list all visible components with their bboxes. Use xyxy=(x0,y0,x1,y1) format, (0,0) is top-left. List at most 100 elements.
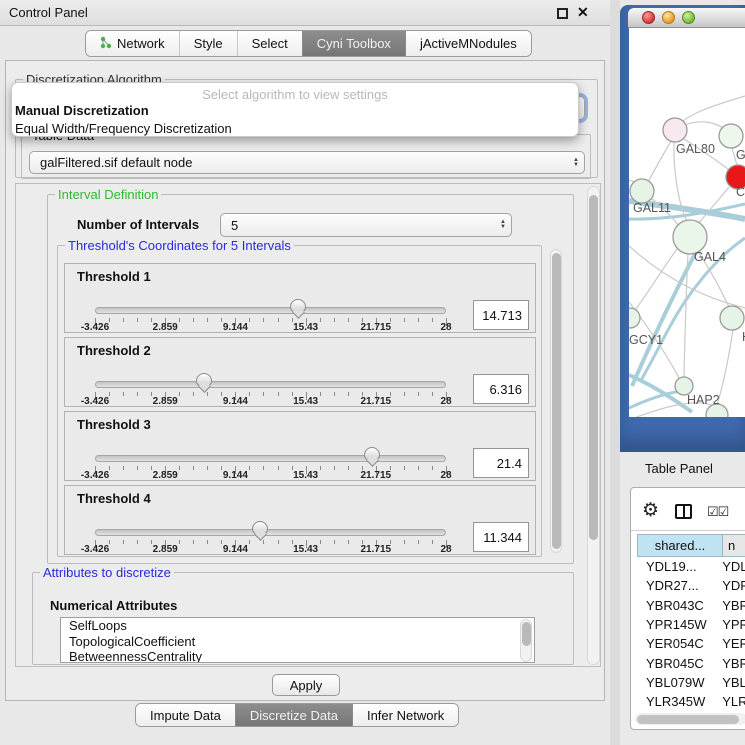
threshold-value-field[interactable]: 6.316 xyxy=(473,374,529,404)
slider-tick-label: -3.426 xyxy=(65,544,125,555)
slider-tick-label: 21.715 xyxy=(346,322,406,333)
tab-label: Style xyxy=(194,36,223,51)
split-view-icon[interactable] xyxy=(675,504,692,519)
control-panel-titlebar: Control Panel ✕ xyxy=(0,0,610,26)
checkbox-icons[interactable]: ☑☑ xyxy=(707,504,728,520)
slider-tick-label: 15.43 xyxy=(276,470,336,481)
tab-label: Network xyxy=(117,36,165,51)
numerical-attributes-list[interactable]: SelfLoopsTopologicalCoefficientBetweenne… xyxy=(60,617,535,663)
network-node-h[interactable] xyxy=(720,306,744,330)
threshold-label: Threshold 2 xyxy=(77,343,151,358)
slider-tick-label: 9.144 xyxy=(205,470,265,481)
tab-impute-data[interactable]: Impute Data xyxy=(136,704,235,726)
table-row[interactable]: YBR045CYBR0 xyxy=(637,653,745,672)
stepper-icon: ▲▼ xyxy=(568,158,584,168)
table-column-header-1[interactable]: shared... xyxy=(638,535,723,556)
slider-tick-label: 21.715 xyxy=(346,470,406,481)
network-node-gal11[interactable] xyxy=(630,179,654,203)
attribute-item-betweennesscentrality[interactable]: BetweennessCentrality xyxy=(61,649,534,663)
table-row[interactable]: YBR043CYBR0 xyxy=(637,596,745,615)
popup-option-manual-discretization[interactable]: Manual Discretization xyxy=(12,102,578,120)
network-window-titlebar[interactable] xyxy=(628,8,745,28)
panel-scrollbar[interactable] xyxy=(587,186,600,665)
table-panel-title: Table Panel xyxy=(645,461,713,476)
network-node-label: GAL11 xyxy=(633,201,671,215)
slider-tick-label: 28 xyxy=(416,396,476,407)
threshold-slider-track[interactable] xyxy=(95,381,446,388)
threshold-value-field[interactable]: 11.344 xyxy=(473,522,529,552)
table-row[interactable]: YDL19...YDL1 xyxy=(637,557,745,576)
popup-option-equal-width-frequency-discretization[interactable]: Equal Width/Frequency Discretization xyxy=(12,120,578,137)
gear-icon[interactable]: ⚙ xyxy=(642,499,659,522)
table-row[interactable]: YER054CYER0 xyxy=(637,634,745,653)
thresholds-group-title: Threshold's Coordinates for 5 Intervals xyxy=(65,238,294,253)
network-tab-icon xyxy=(100,36,112,52)
threshold-value-field[interactable]: 21.4 xyxy=(473,448,529,478)
traffic-light-green[interactable] xyxy=(682,11,695,24)
table-row[interactable]: YPR145WYPR1 xyxy=(637,615,745,634)
bottom-tab-bar: Impute DataDiscretize DataInfer Network xyxy=(135,703,459,727)
threshold-slider-track[interactable] xyxy=(95,455,446,462)
table-cell: YDR27... xyxy=(637,578,716,593)
slider-tick-label: 2.859 xyxy=(135,544,195,555)
table-cell: YBL0 xyxy=(716,675,745,690)
tab-infer-network[interactable]: Infer Network xyxy=(352,704,458,726)
table-rows: YDL19...YDL1YDR27...YDR2YBR043CYBR0YPR14… xyxy=(637,557,745,711)
table-row[interactable]: YDR27...YDR2 xyxy=(637,576,745,595)
network-node-gcy1[interactable] xyxy=(629,308,640,328)
attribute-item-selfloops[interactable]: SelfLoops xyxy=(61,618,534,634)
table-cell: YBR0 xyxy=(716,656,745,671)
threshold-slider-thumb[interactable] xyxy=(252,521,268,535)
close-icon[interactable]: ✕ xyxy=(577,4,589,21)
threshold-slider-track[interactable] xyxy=(95,529,446,536)
apply-button[interactable]: Apply xyxy=(272,674,340,696)
tab-jactivemnodules[interactable]: jActiveMNodules xyxy=(405,31,531,56)
threshold-value-field[interactable]: 14.713 xyxy=(473,300,529,330)
network-node-ga[interactable] xyxy=(719,124,743,148)
float-icon[interactable] xyxy=(557,8,568,19)
network-node-gal4[interactable] xyxy=(673,220,707,254)
table-horizontal-scrollbar[interactable] xyxy=(635,713,745,725)
threshold-slider-track[interactable] xyxy=(95,307,446,314)
network-canvas[interactable]: GAL80GACGAL11GAL4GCY1HHAP2 xyxy=(629,28,745,417)
threshold-label: Threshold 4 xyxy=(77,491,151,506)
threshold-panel-3: Threshold 3-3.4262.8599.14415.4321.71528… xyxy=(64,411,536,481)
threshold-slider-thumb[interactable] xyxy=(196,373,212,387)
discretize-scroll-pane: Interval Definition Number of Intervals … xyxy=(15,183,601,667)
attribute-item-topologicalcoefficient[interactable]: TopologicalCoefficient xyxy=(61,634,534,650)
slider-tick-label: 15.43 xyxy=(276,396,336,407)
tab-style[interactable]: Style xyxy=(179,31,237,56)
table-cell: YER0 xyxy=(716,636,745,651)
tab-select[interactable]: Select xyxy=(237,31,302,56)
slider-tick-label: 9.144 xyxy=(205,396,265,407)
thresholds-scrollbar[interactable] xyxy=(550,249,562,553)
traffic-light-red[interactable] xyxy=(642,11,655,24)
panel-divider[interactable] xyxy=(610,0,620,745)
network-node-gal80[interactable] xyxy=(663,118,687,142)
table-column-header-2[interactable]: n xyxy=(723,535,745,556)
threshold-label: Threshold 3 xyxy=(77,417,151,432)
slider-tick-label: 21.715 xyxy=(346,396,406,407)
network-node-label: C xyxy=(736,185,745,199)
number-of-intervals-combobox[interactable]: 5 ▲▼ xyxy=(220,213,512,237)
attributes-list-scrollbar[interactable] xyxy=(520,619,532,662)
slider-tick-label: 28 xyxy=(416,470,476,481)
tab-network[interactable]: Network xyxy=(86,31,179,56)
algorithm-dropdown-popup: Select algorithm to view settings Manual… xyxy=(11,82,579,137)
table-cell: YDL19... xyxy=(637,559,716,574)
table-data-combobox[interactable]: galFiltered.sif default node ▲▼ xyxy=(29,151,585,174)
tab-label: Select xyxy=(252,36,288,51)
tab-label: jActiveMNodules xyxy=(420,36,517,51)
table-panel: Table Panel ⚙ ☑☑ shared...n YDL19...YDL1… xyxy=(620,452,745,745)
table-row[interactable]: YLR345WYLR3 xyxy=(637,692,745,711)
threshold-panel-2: Threshold 2-3.4262.8599.14415.4321.71528… xyxy=(64,337,536,407)
table-cell: YBR0 xyxy=(716,598,745,613)
threshold-slider-thumb[interactable] xyxy=(290,299,306,313)
interval-definition-title: Interval Definition xyxy=(55,187,161,202)
tab-cyni-toolbox[interactable]: Cyni Toolbox xyxy=(302,31,405,56)
network-node-label: GAL80 xyxy=(676,142,715,156)
threshold-slider-thumb[interactable] xyxy=(364,447,380,461)
tab-discretize-data[interactable]: Discretize Data xyxy=(235,704,352,726)
traffic-light-yellow[interactable] xyxy=(662,11,675,24)
table-row[interactable]: YBL079WYBL0 xyxy=(637,673,745,692)
